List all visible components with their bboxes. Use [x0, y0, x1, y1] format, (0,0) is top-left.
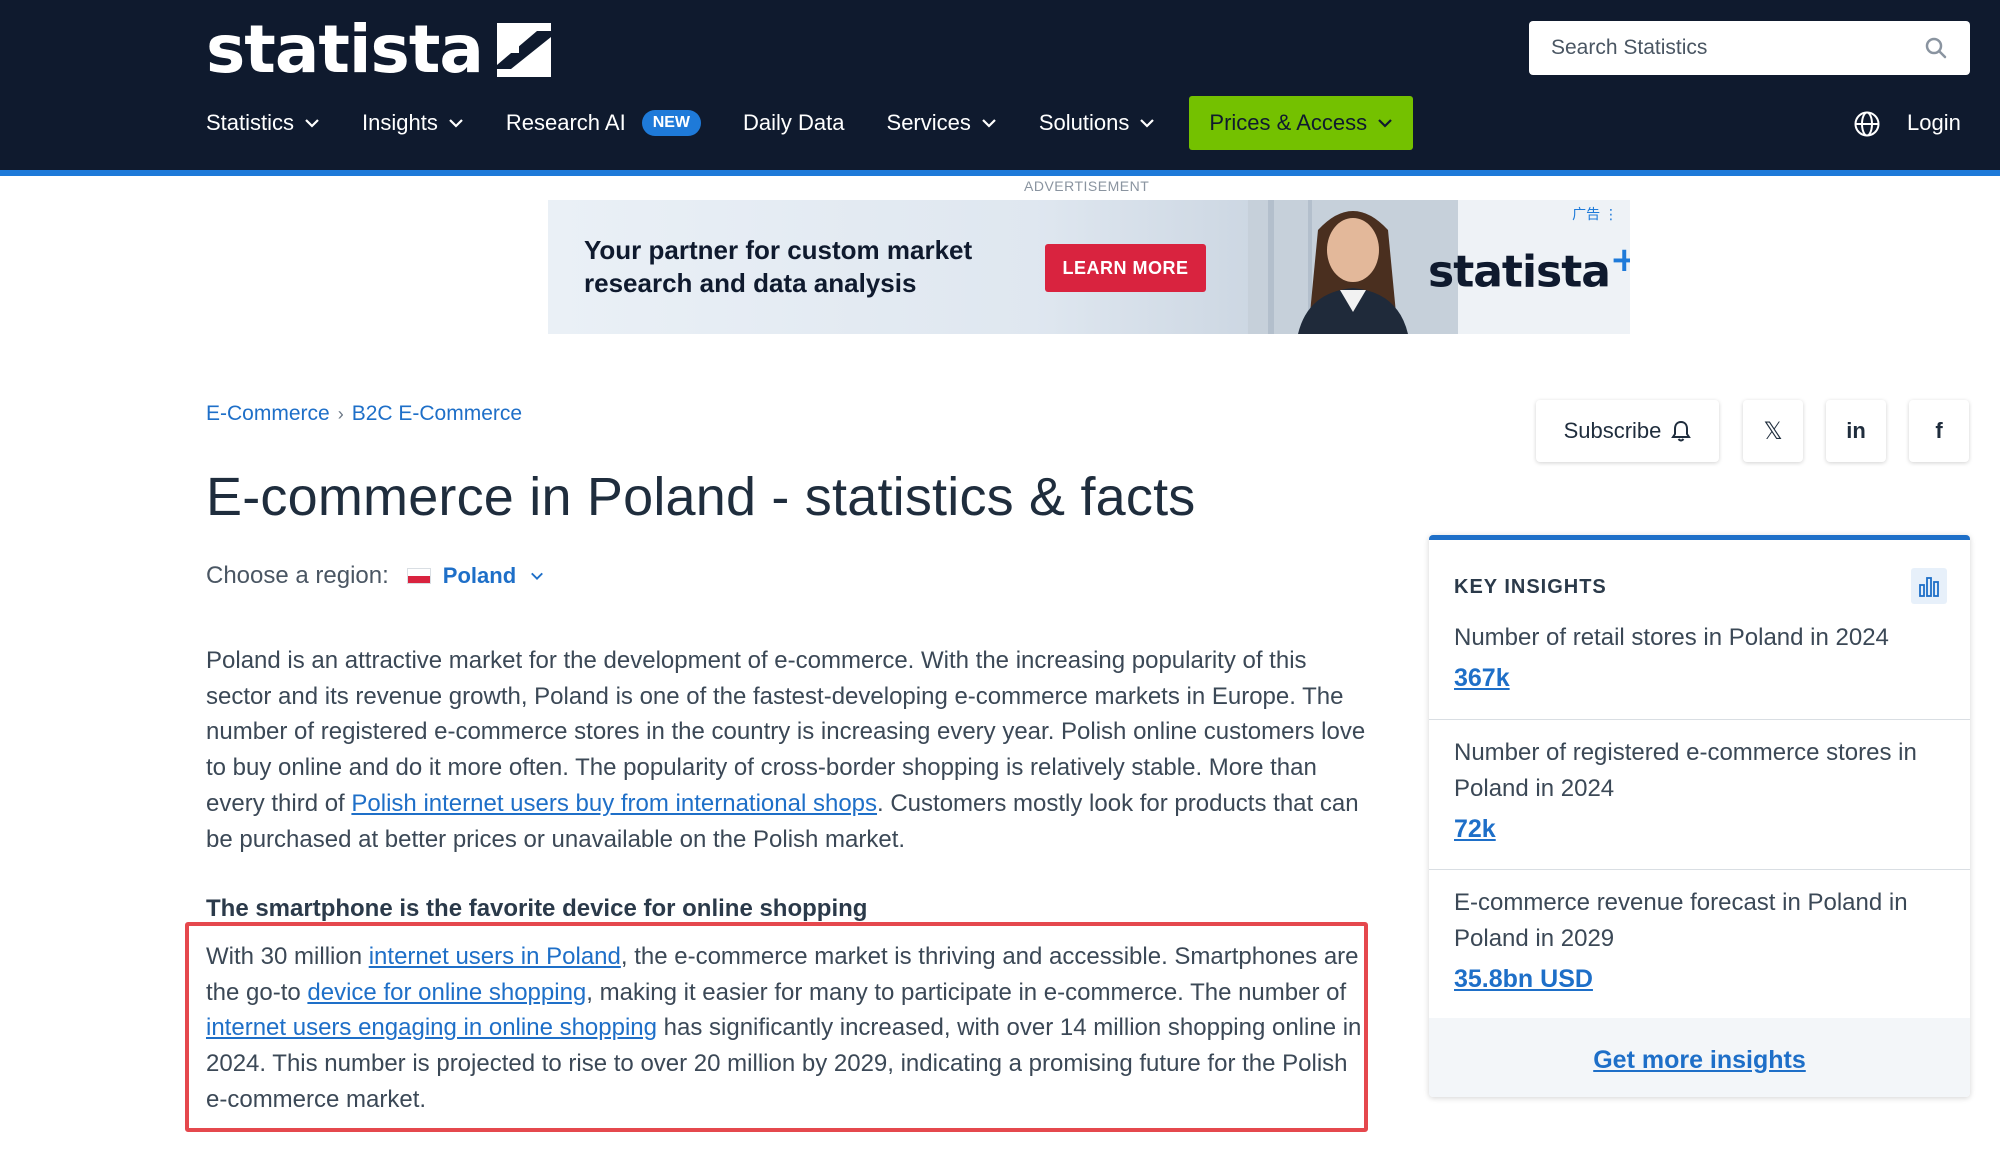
x-icon: 𝕏 — [1763, 417, 1783, 445]
key-insights-heading: KEY INSIGHTS — [1454, 576, 1607, 598]
ad-brand: statista+ — [1428, 240, 1630, 298]
new-badge: NEW — [641, 110, 702, 136]
main-nav: Statistics Insights Research AI NEW Dail… — [206, 96, 1414, 150]
breadcrumb: E-Commerce › B2C E-Commerce — [206, 402, 522, 426]
site-header: statista Statistics Insights Research AI… — [0, 0, 2000, 176]
nav-solutions[interactable]: Solutions — [1039, 110, 1156, 136]
insight-value-link[interactable]: 367k — [1454, 661, 1944, 695]
insight-label: Number of retail stores in Poland in 202… — [1454, 624, 1889, 651]
prices-access-button[interactable]: Prices & Access — [1189, 96, 1414, 150]
nav-research-ai-label: Research AI — [505, 110, 626, 135]
insight-divider — [1429, 869, 1970, 870]
globe-icon[interactable] — [1853, 110, 1881, 138]
linkedin-icon: in — [1846, 418, 1866, 443]
section-heading: The smartphone is the favorite device fo… — [206, 895, 868, 922]
nav-research-ai[interactable]: Research AI NEW — [505, 110, 702, 136]
subscribe-button[interactable]: Subscribe — [1536, 400, 1719, 462]
facebook-icon: f — [1935, 418, 1943, 443]
chevron-down-icon[interactable] — [530, 569, 544, 583]
insight-value-link[interactable]: 35.8bn USD — [1454, 962, 1944, 996]
ad-banner[interactable]: Your partner for custom market research … — [548, 200, 1630, 334]
nav-solutions-label: Solutions — [1038, 110, 1130, 135]
logo-wordmark: statista — [206, 11, 484, 88]
nav-services-label: Services — [886, 110, 971, 135]
bar-chart-icon[interactable] — [1911, 568, 1947, 604]
key-insights-panel: KEY INSIGHTS Number of retail stores in … — [1429, 535, 1970, 1097]
insight-label: Number of registered e-commerce stores i… — [1454, 739, 1917, 802]
nav-daily-data[interactable]: Daily Data — [743, 110, 844, 136]
get-more-insights-link[interactable]: Get more insights — [1593, 1046, 1806, 1075]
breadcrumb-separator: › — [337, 403, 344, 424]
ad-headline-line2: research and data analysis — [584, 268, 917, 298]
intro-paragraph: Poland is an attractive market for the d… — [206, 643, 1366, 857]
ad-brand-plus: + — [1609, 240, 1630, 280]
insight-item: Number of retail stores in Poland in 202… — [1454, 620, 1944, 695]
search-box[interactable] — [1529, 21, 1970, 75]
header-accent-line — [0, 170, 2000, 176]
nav-insights[interactable]: Insights — [362, 110, 464, 136]
chevron-down-icon — [1140, 119, 1155, 128]
chevron-down-icon — [982, 119, 996, 128]
poland-flag-icon — [406, 568, 431, 584]
nav-services[interactable]: Services — [887, 110, 997, 136]
share-linkedin-button[interactable]: in — [1826, 400, 1886, 462]
ad-person-photo — [1248, 200, 1458, 334]
breadcrumb-b2c-ecommerce[interactable]: B2C E-Commerce — [352, 402, 522, 426]
search-icon[interactable] — [1924, 36, 1948, 60]
region-selector: Choose a region: Poland — [206, 562, 544, 590]
chevron-down-icon — [449, 119, 463, 128]
insight-item: E-commerce revenue forecast in Poland in… — [1454, 885, 1944, 996]
nav-statistics[interactable]: Statistics — [206, 110, 320, 136]
advertisement-label: ADVERTISEMENT — [1024, 178, 1150, 194]
nav-daily-data-label: Daily Data — [743, 110, 845, 135]
chevron-down-icon — [1378, 119, 1392, 128]
insights-footer: Get more insights — [1429, 1018, 1970, 1097]
ad-learn-more-button[interactable]: LEARN MORE — [1045, 244, 1206, 292]
share-facebook-button[interactable]: f — [1909, 400, 1969, 462]
region-dropdown[interactable]: Poland — [443, 563, 516, 589]
insight-value-link[interactable]: 72k — [1454, 812, 1944, 846]
insight-divider — [1429, 719, 1970, 720]
page-title: E-commerce in Poland - statistics & fact… — [206, 467, 1196, 527]
search-input[interactable] — [1551, 36, 1924, 60]
bell-icon — [1671, 420, 1692, 442]
highlight-box — [185, 922, 1368, 1132]
ad-headline-line1: Your partner for custom market — [584, 235, 973, 265]
ad-headline: Your partner for custom market research … — [584, 234, 972, 300]
international-shops-link[interactable]: Polish internet users buy from internati… — [351, 790, 877, 817]
insight-item: Number of registered e-commerce stores i… — [1454, 735, 1944, 846]
statista-logo[interactable]: statista — [206, 14, 551, 86]
region-label: Choose a region: — [206, 562, 389, 589]
nav-statistics-label: Statistics — [206, 110, 295, 135]
prices-access-label: Prices & Access — [1209, 110, 1368, 135]
nav-insights-label: Insights — [362, 110, 438, 135]
breadcrumb-ecommerce[interactable]: E-Commerce — [206, 402, 330, 426]
share-x-button[interactable]: 𝕏 — [1743, 400, 1803, 462]
login-link[interactable]: Login — [1907, 110, 1961, 136]
chevron-down-icon — [305, 119, 319, 128]
insight-label: E-commerce revenue forecast in Poland in… — [1454, 889, 1908, 952]
ad-brand-text: statista — [1428, 246, 1611, 298]
subscribe-label: Subscribe — [1563, 418, 1662, 443]
ad-choices[interactable]: 广告 ⋮ — [1572, 204, 1618, 224]
logo-mark-icon — [496, 23, 551, 77]
